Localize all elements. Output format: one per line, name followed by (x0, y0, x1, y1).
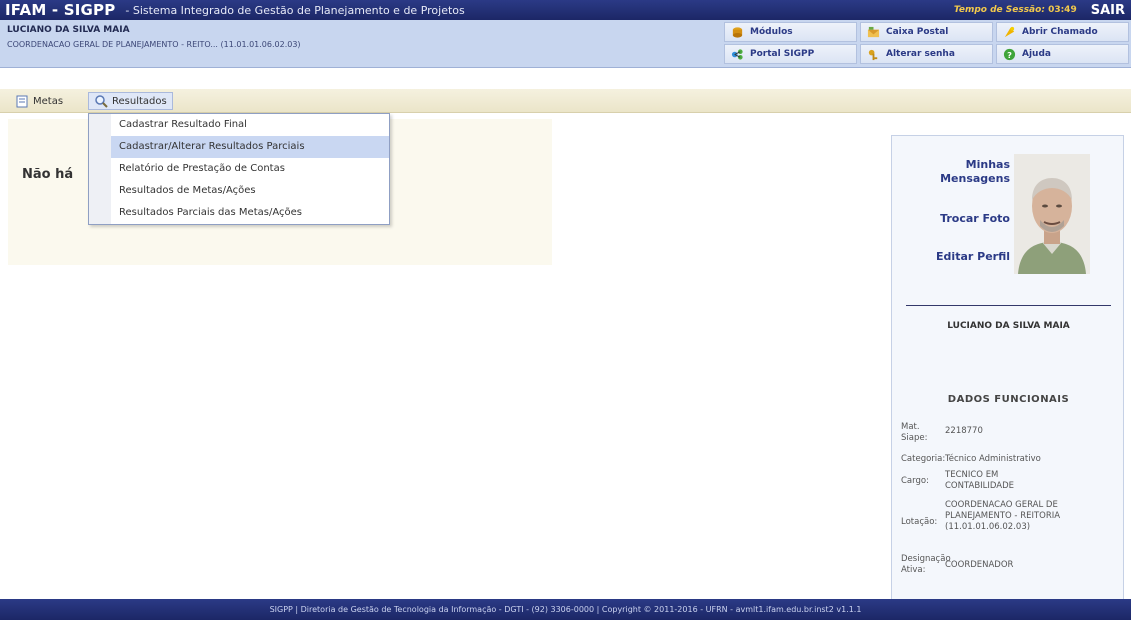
menu-option-relatorio-prestacao-contas[interactable]: Relatório de Prestação de Contas (89, 158, 389, 180)
field-cargo-value: TECNICO EM CONTABILIDADE (945, 470, 1015, 491)
empty-message: Não há (22, 167, 74, 182)
portal-button[interactable]: Portal SIGPP (724, 44, 857, 64)
session-label: Tempo de Sessão: (953, 5, 1045, 15)
user-bar: LUCIANO DA SILVA MAIA COORDENACAO GERAL … (0, 20, 1131, 68)
field-designacao-label: Designação Ativa: (901, 554, 951, 575)
modules-button[interactable]: Módulos (724, 22, 857, 42)
mailbox-button[interactable]: Caixa Postal (860, 22, 993, 42)
field-siape-value: 2218770 (945, 426, 983, 436)
profile-divider (906, 305, 1111, 306)
menu-option-cadastrar-resultado-final[interactable]: Cadastrar Resultado Final (89, 114, 389, 136)
svg-text:?: ? (1007, 49, 1012, 59)
modules-label: Módulos (750, 27, 793, 37)
field-siape-label: Mat. Siape: (901, 422, 928, 443)
top-bar: IFAM - SIGPP - Sistema Integrado de Gest… (0, 0, 1131, 20)
field-lotacao: Lotação: COORDENACAO GERAL DE PLANEJAMEN… (901, 500, 1126, 546)
menu-resultados-label: Resultados (112, 95, 167, 107)
session-timer: Tempo de Sessão: 03:49 (954, 5, 1077, 15)
footer: SIGPP | Diretoria de Gestão de Tecnologi… (0, 599, 1131, 620)
shortcut-panel: Módulos Caixa Postal Abrir Chamado Porta… (724, 22, 1131, 66)
field-lotacao-label: Lotação: (901, 517, 938, 527)
portal-label: Portal SIGPP (750, 49, 815, 59)
change-password-button[interactable]: Alterar senha (860, 44, 993, 64)
menu-option-resultados-metas-acoes[interactable]: Resultados de Metas/Ações (89, 180, 389, 202)
ticket-icon (1004, 26, 1015, 37)
field-designacao-value: COORDENADOR (945, 560, 1014, 570)
my-messages-link[interactable]: Minhas Mensagens (892, 158, 1010, 186)
help-icon: ? (1003, 48, 1016, 60)
avatar (1014, 154, 1090, 274)
user-department: COORDENACAO GERAL DE PLANEJAMENTO - REIT… (7, 40, 301, 49)
field-siape: Mat. Siape: 2218770 (901, 422, 1126, 446)
help-label: Ajuda (1022, 49, 1051, 59)
open-ticket-label: Abrir Chamado (1022, 27, 1098, 37)
app-subtitle: - Sistema Integrado de Gestão de Planeja… (125, 3, 465, 17)
open-ticket-button[interactable]: Abrir Chamado (996, 22, 1129, 42)
menu-metas[interactable]: Metas (10, 92, 68, 110)
field-category-value: Técnico Administrativo (945, 454, 1041, 464)
change-photo-link[interactable]: Trocar Foto (892, 212, 1010, 226)
help-button[interactable]: ? Ajuda (996, 44, 1129, 64)
app-brand: IFAM - SIGPP (5, 1, 116, 19)
user-name: LUCIANO DA SILVA MAIA (7, 25, 130, 35)
portal-icon (731, 48, 743, 60)
menu-option-cadastrar-alterar-parciais[interactable]: Cadastrar/Alterar Resultados Parciais (89, 136, 389, 158)
profile-name: LUCIANO DA SILVA MAIA (947, 321, 1070, 331)
change-password-label: Alterar senha (886, 49, 955, 59)
document-icon (16, 95, 28, 108)
menu-option-resultados-parciais[interactable]: Resultados Parciais das Metas/Ações (89, 202, 389, 224)
key-icon (868, 49, 878, 60)
field-designacao: Designação Ativa: COORDENADOR (901, 554, 1126, 578)
field-category-label: Categoria: (901, 454, 946, 464)
mailbox-icon (867, 26, 880, 37)
main-menu-bar: Metas Resultados (0, 89, 1131, 113)
avatar-portrait (1014, 154, 1090, 274)
menu-resultados[interactable]: Resultados (88, 92, 173, 110)
functional-data-title: DADOS FUNCIONAIS (947, 394, 1070, 405)
field-lotacao-value: COORDENACAO GERAL DE PLANEJAMENTO - REIT… (945, 500, 1061, 532)
mailbox-label: Caixa Postal (886, 27, 949, 37)
profile-card: Minhas Mensagens Trocar Foto Editar Perf… (891, 135, 1124, 600)
logout-button[interactable]: SAIR (1091, 3, 1125, 18)
field-category: Categoria: Técnico Administrativo (901, 454, 1126, 466)
menu-metas-label: Metas (33, 95, 64, 107)
edit-profile-link[interactable]: Editar Perfil (892, 250, 1010, 264)
resultados-dropdown: Cadastrar Resultado Final Cadastrar/Alte… (88, 113, 390, 225)
field-cargo-label: Cargo: (901, 476, 929, 486)
modules-icon (732, 26, 743, 38)
field-cargo: Cargo: TECNICO EM CONTABILIDADE (901, 470, 1126, 494)
magnifier-icon (95, 95, 108, 108)
session-value: 03:49 (1048, 5, 1077, 15)
